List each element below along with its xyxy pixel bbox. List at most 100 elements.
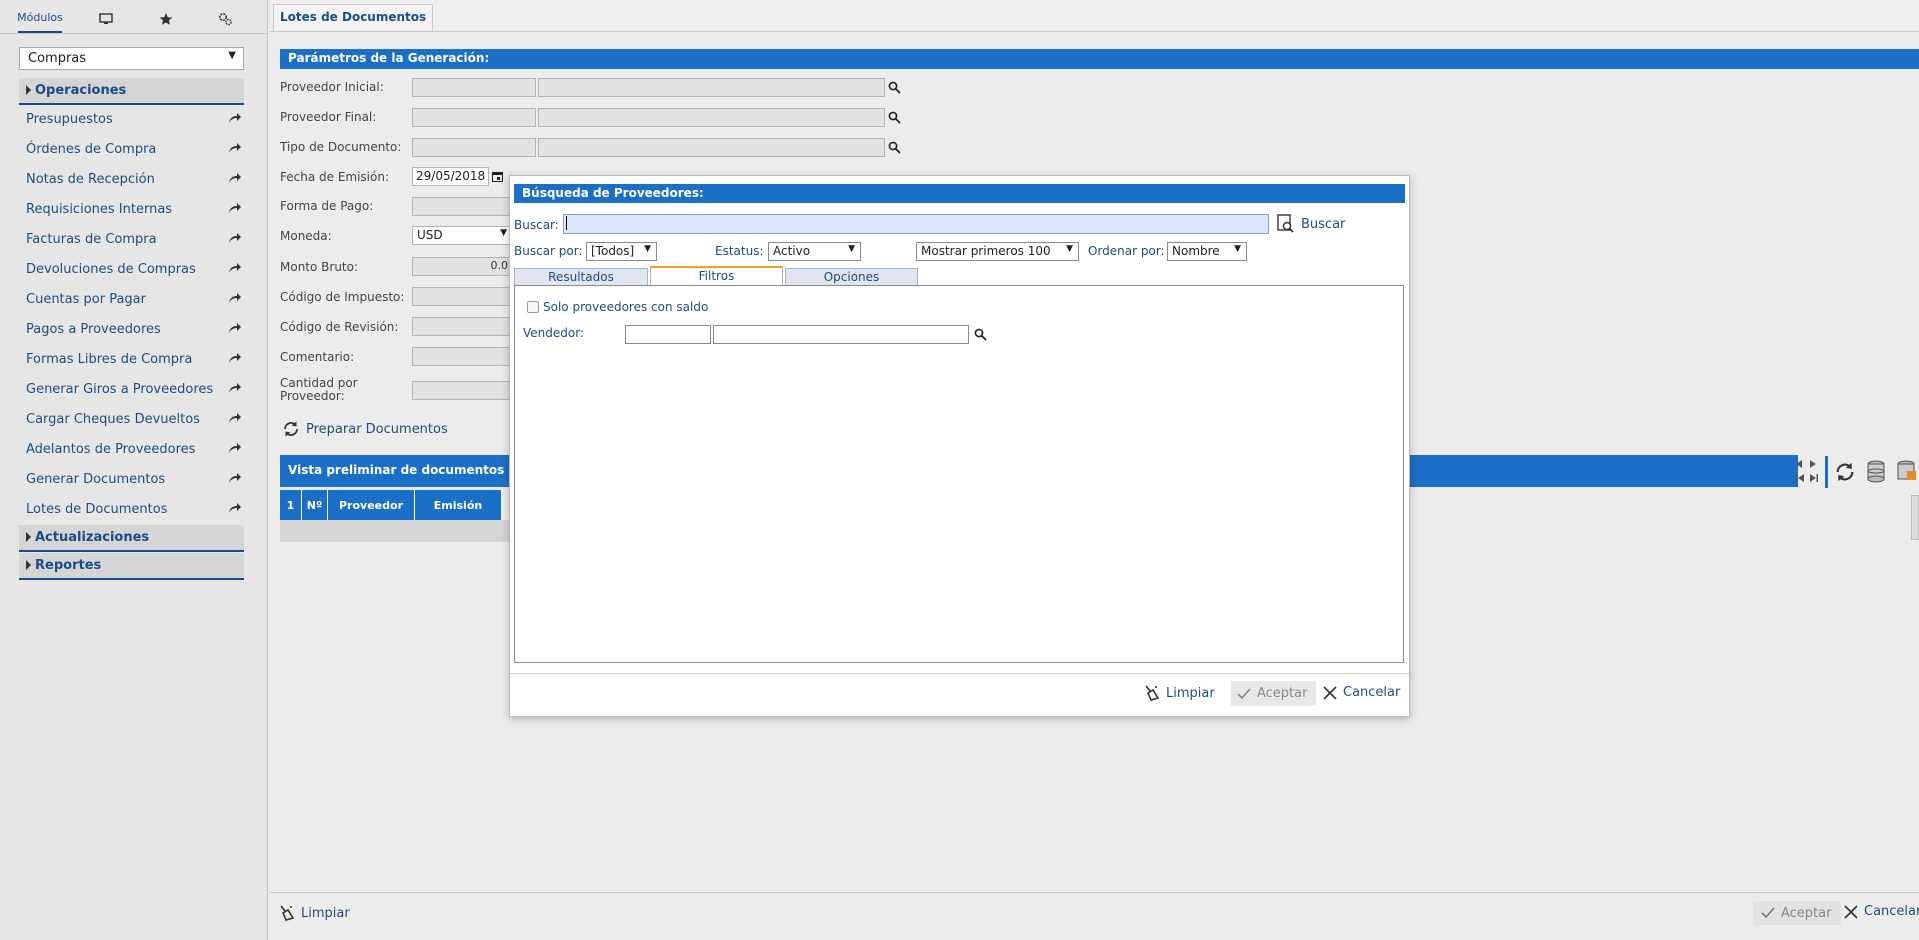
tab-monitor[interactable] xyxy=(95,4,117,33)
expand-triangle-icon xyxy=(26,560,31,570)
grid-scrollbar[interactable] xyxy=(1911,495,1919,540)
tab-modulos[interactable]: Módulos xyxy=(17,4,63,33)
tab-settings[interactable] xyxy=(214,4,236,33)
dropdown-arrow-icon: ▼ xyxy=(644,244,651,254)
vendedor-name-input[interactable] xyxy=(713,325,969,344)
proveedor-inicial-name[interactable] xyxy=(538,78,885,97)
sidebar-item-label: Adelantos de Proveedores xyxy=(26,442,196,457)
sidebar-item[interactable]: Lotes de Documentos xyxy=(26,502,246,524)
database-export-icon[interactable] xyxy=(1895,459,1917,485)
module-select[interactable]: Compras ▼ xyxy=(19,47,244,70)
refresh-icon[interactable] xyxy=(1834,461,1856,483)
moneda-value: USD xyxy=(417,228,443,242)
main-cancelar-label: Cancelar xyxy=(1864,904,1919,919)
proveedor-final-name[interactable] xyxy=(538,108,885,127)
search-icon[interactable] xyxy=(888,81,901,94)
moneda-select[interactable]: USD ▼ xyxy=(412,226,512,245)
sidebar-item[interactable]: Facturas de Compra xyxy=(26,232,246,254)
estatus-value: Activo xyxy=(773,244,811,258)
grid-col-index[interactable]: 1 xyxy=(280,490,302,520)
sidebar-item[interactable]: Generar Documentos xyxy=(26,472,246,494)
dialog-limpiar-button[interactable]: Limpiar xyxy=(1143,684,1215,702)
label-codigo-impuesto: Código de Impuesto: xyxy=(280,290,405,304)
sidebar-item-label: Formas Libres de Compra xyxy=(26,352,193,367)
share-arrow-icon xyxy=(229,473,241,483)
nav-arrows-icon[interactable] xyxy=(1792,456,1822,486)
main-aceptar-button[interactable]: Aceptar xyxy=(1753,901,1841,925)
tab-lotes-de-documentos[interactable]: Lotes de Documentos xyxy=(273,4,434,31)
mostrar-select[interactable]: Mostrar primeros 100 ▼ xyxy=(916,242,1079,261)
buscar-button[interactable]: Buscar xyxy=(1277,214,1345,234)
share-arrow-icon xyxy=(229,203,241,213)
sidebar-item-label: Generar Giros a Proveedores xyxy=(26,382,214,397)
label-moneda: Moneda: xyxy=(280,229,332,243)
expand-triangle-icon xyxy=(26,85,31,95)
proveedor-final-code[interactable] xyxy=(412,108,536,127)
preparar-documentos-button[interactable]: Preparar Documentos xyxy=(282,418,448,440)
buscar-button-label: Buscar xyxy=(1301,216,1346,232)
cantidad-por-proveedor-input[interactable] xyxy=(412,381,512,400)
search-suppliers-dialog: Búsqueda de Proveedores: Buscar: Buscar … xyxy=(509,175,1410,717)
forma-pago-input[interactable] xyxy=(412,197,512,216)
share-arrow-icon xyxy=(229,293,241,303)
comentario-input[interactable] xyxy=(412,347,512,366)
sidebar-item-label: Cuentas por Pagar xyxy=(26,292,146,307)
sidebar-item[interactable]: Adelantos de Proveedores xyxy=(26,442,246,464)
tab-resultados[interactable]: Resultados xyxy=(514,268,648,286)
expand-triangle-icon xyxy=(26,532,31,542)
section-operaciones[interactable]: Operaciones xyxy=(19,78,244,105)
dialog-aceptar-button[interactable]: Aceptar xyxy=(1231,681,1316,706)
codigo-impuesto-input[interactable] xyxy=(412,287,512,306)
broom-icon xyxy=(1145,685,1160,701)
star-icon xyxy=(159,12,173,25)
main-limpiar-button[interactable]: Limpiar xyxy=(278,904,350,922)
share-arrow-icon xyxy=(229,443,241,453)
sidebar-item[interactable]: Notas de Recepción xyxy=(26,172,246,194)
label-buscar-por: Buscar por: xyxy=(514,244,583,258)
tipo-documento-name[interactable] xyxy=(538,138,885,157)
search-icon[interactable] xyxy=(888,141,901,154)
grid-col-numero[interactable]: Nº xyxy=(302,490,328,520)
buscar-por-select[interactable]: [Todos] ▼ xyxy=(586,242,657,261)
search-icon[interactable] xyxy=(974,328,987,341)
label-estatus: Estatus: xyxy=(715,244,764,258)
proveedor-inicial-code[interactable] xyxy=(412,78,536,97)
main-cancelar-button[interactable]: Cancelar xyxy=(1844,904,1919,919)
dialog-cancelar-button[interactable]: Cancelar xyxy=(1323,685,1400,700)
sidebar-item[interactable]: Órdenes de Compra xyxy=(26,142,246,164)
sidebar-item[interactable]: Formas Libres de Compra xyxy=(26,352,246,374)
tab-opciones[interactable]: Opciones xyxy=(785,268,918,286)
solo-saldo-option[interactable]: Solo proveedores con saldo xyxy=(527,300,708,314)
label-buscar: Buscar: xyxy=(514,218,559,232)
check-icon xyxy=(1237,687,1251,699)
section-reportes[interactable]: Reportes xyxy=(19,553,244,580)
grid-navigation xyxy=(1792,456,1822,486)
tab-favorites[interactable] xyxy=(155,4,177,33)
grid-col-emision[interactable]: Emisión xyxy=(415,490,502,520)
module-select-value: Compras xyxy=(28,51,87,66)
sidebar-item[interactable]: Cargar Cheques Devueltos xyxy=(26,412,246,434)
tipo-documento-code[interactable] xyxy=(412,138,536,157)
monto-bruto-input[interactable]: 0.0 xyxy=(412,257,512,276)
solo-saldo-checkbox[interactable] xyxy=(527,301,539,313)
sidebar-item[interactable]: Requisiciones Internas xyxy=(26,202,246,224)
section-actualizaciones[interactable]: Actualizaciones xyxy=(19,525,244,552)
codigo-revision-input[interactable] xyxy=(412,317,512,336)
sidebar-item[interactable]: Presupuestos xyxy=(26,112,246,134)
search-icon[interactable] xyxy=(888,111,901,124)
calendar-icon[interactable] xyxy=(492,171,503,182)
fecha-emision-input[interactable]: 29/05/2018 xyxy=(412,167,489,186)
mostrar-value: Mostrar primeros 100 xyxy=(921,244,1051,258)
estatus-select[interactable]: Activo ▼ xyxy=(768,242,861,261)
buscar-input[interactable] xyxy=(563,214,1269,234)
sidebar-item[interactable]: Cuentas por Pagar xyxy=(26,292,246,314)
sidebar-item[interactable]: Generar Giros a Proveedores xyxy=(26,382,246,404)
sidebar-item[interactable]: Devoluciones de Compras xyxy=(26,262,246,284)
database-icon[interactable] xyxy=(1865,459,1887,485)
main-tabbar: Lotes de Documentos xyxy=(270,0,1919,32)
grid-col-proveedor[interactable]: Proveedor xyxy=(328,490,415,520)
sidebar-item[interactable]: Pagos a Proveedores xyxy=(26,322,246,344)
ordenar-por-select[interactable]: Nombre ▼ xyxy=(1167,242,1247,261)
tab-filtros[interactable]: Filtros xyxy=(650,266,783,286)
vendedor-code-input[interactable] xyxy=(625,325,711,344)
